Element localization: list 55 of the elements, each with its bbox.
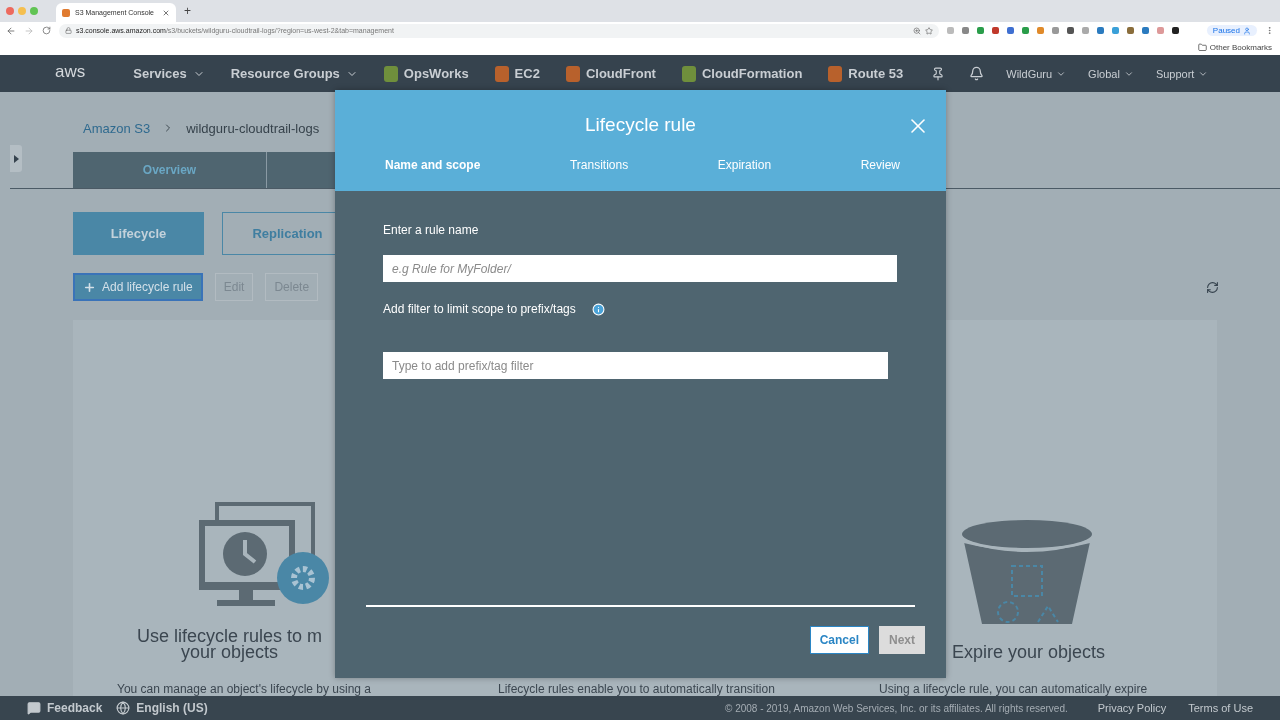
extension-icon[interactable] [1172, 27, 1179, 34]
back-icon[interactable] [6, 25, 16, 36]
field-label: Enter a rule name [383, 223, 480, 237]
forward-icon[interactable] [24, 25, 34, 36]
sidebar-toggle[interactable] [10, 145, 22, 172]
nav-menu[interactable]: Support [1155, 67, 1209, 80]
field-label: Add filter to limit scope to prefix/tags [383, 302, 576, 316]
feature-description: Lifecycle rules enable you to automatically transition [498, 682, 775, 696]
refresh-icon[interactable] [1206, 280, 1219, 294]
footer-link[interactable]: Privacy Policy [1097, 702, 1167, 714]
feature-description: Using a lifecycle rule, you can automatically expire [879, 682, 1148, 696]
zoom-window-dot[interactable] [30, 7, 38, 15]
folder-icon [1197, 42, 1207, 52]
feature-heading: Use lifecycle rules to m your objects [137, 628, 323, 660]
lock-icon [65, 27, 72, 34]
service-shortcut[interactable]: Route 53 [828, 65, 904, 82]
menu-icon[interactable] [1265, 26, 1274, 35]
bookmarks-folder[interactable]: Other Bookmarks [1209, 42, 1272, 52]
reload-icon[interactable] [42, 26, 51, 35]
nav-menu[interactable]: Global [1088, 67, 1134, 80]
bell-icon[interactable] [969, 66, 985, 81]
triangle-icon [13, 154, 19, 163]
breadcrumb-current: wildguru-cloudtrail-logs [186, 120, 320, 136]
nav-menu[interactable]: Resource Groups [230, 66, 358, 81]
zoom-icon[interactable] [913, 26, 921, 35]
modal-title: Lifecycle rule [585, 114, 696, 136]
speech-bubble-icon [27, 701, 41, 715]
language-selector[interactable]: English (US) [116, 701, 208, 715]
extension-icon[interactable] [1067, 27, 1074, 34]
plus-icon [83, 280, 96, 294]
new-tab-button[interactable]: + [184, 4, 191, 18]
service-shortcut[interactable]: EC2 [494, 65, 540, 82]
copyright-text: © 2008 - 2019, Amazon Web Services, Inc. or its affiliates. All rights reserved. [725, 702, 1068, 714]
feedback-link[interactable]: Feedback [27, 701, 103, 715]
star-icon[interactable] [925, 26, 933, 35]
nav-menu[interactable]: WildGuru [1006, 67, 1067, 80]
footer-link[interactable]: Terms of Use [1188, 702, 1253, 714]
dialog-button[interactable]: Cancel [809, 626, 869, 654]
service-shortcut[interactable]: OpsWorks [383, 65, 469, 82]
feature-description: You can manage an object's lifecycle by using a [117, 682, 371, 696]
nav-menu[interactable]: Services [133, 66, 205, 81]
profile-button[interactable]: Paused [1206, 25, 1257, 36]
info-icon[interactable] [591, 302, 605, 316]
avatar-icon [1243, 26, 1251, 35]
service-shortcut[interactable]: CloudFront [565, 65, 656, 82]
rule-name-input[interactable]: e.g Rule for MyFolder/ [383, 255, 897, 282]
service-shortcut[interactable]: CloudFormation [681, 65, 803, 82]
globe-icon [116, 701, 131, 715]
logo[interactable]: aws [55, 61, 86, 86]
filter-input[interactable]: Type to add prefix/tag filter [383, 352, 888, 379]
minimize-window-dot[interactable] [18, 7, 26, 15]
close-icon[interactable] [162, 8, 170, 17]
pin-icon[interactable] [931, 66, 946, 81]
close-window-dot[interactable] [6, 7, 14, 15]
feature-heading: Expire your objects [952, 644, 1106, 660]
